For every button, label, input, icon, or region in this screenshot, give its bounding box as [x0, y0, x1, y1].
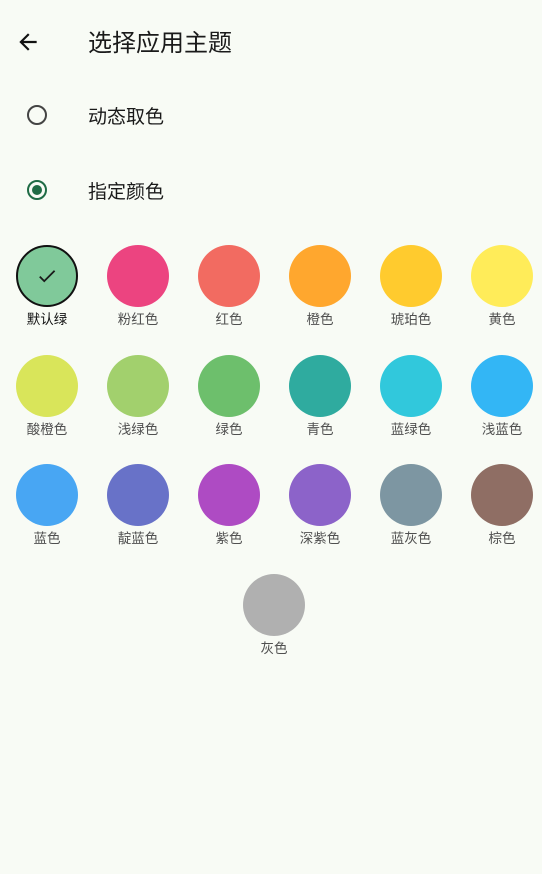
- color-swatch[interactable]: 蓝灰色: [371, 462, 451, 562]
- color-label: 绿色: [215, 422, 243, 438]
- color-circle[interactable]: [289, 355, 351, 417]
- color-swatch[interactable]: 蓝色: [7, 462, 87, 562]
- color-swatch[interactable]: 深紫色: [280, 462, 360, 562]
- color-label: 黄色: [488, 312, 516, 328]
- color-label: 紫色: [215, 531, 243, 547]
- color-circle[interactable]: [107, 355, 169, 417]
- color-label: 浅绿色: [117, 422, 159, 438]
- color-label: 粉红色: [117, 312, 159, 328]
- color-circle[interactable]: [243, 574, 305, 636]
- color-label: 灰色: [260, 641, 288, 657]
- color-label: 浅蓝色: [481, 422, 523, 438]
- color-circle[interactable]: [289, 245, 351, 307]
- arrow-left-icon: [19, 33, 37, 51]
- color-label: 棕色: [488, 531, 516, 547]
- color-swatch[interactable]: 紫色: [189, 462, 269, 562]
- option-label-dynamic-color: 动态取色: [88, 106, 165, 128]
- color-swatch[interactable]: 酸橙色: [7, 353, 87, 453]
- color-label: 深紫色: [299, 531, 341, 547]
- color-swatch[interactable]: 红色: [189, 243, 269, 343]
- radio-dynamic-color[interactable]: [27, 105, 47, 125]
- check-icon: [39, 270, 56, 283]
- color-swatch[interactable]: 琥珀色: [371, 243, 451, 343]
- page-title: 选择应用主题: [88, 29, 232, 57]
- empty-area: [0, 700, 542, 874]
- color-label: 靛蓝色: [117, 531, 159, 547]
- color-circle[interactable]: [107, 464, 169, 526]
- color-circle[interactable]: [380, 245, 442, 307]
- option-dynamic-color[interactable]: 动态取色: [0, 85, 542, 149]
- color-circle[interactable]: [380, 464, 442, 526]
- color-circle[interactable]: [380, 355, 442, 417]
- color-circle[interactable]: [471, 355, 533, 417]
- color-label: 蓝色: [33, 531, 61, 547]
- color-label: 橙色: [306, 312, 334, 328]
- color-swatch[interactable]: 默认绿: [7, 243, 87, 343]
- app-bar: 选择应用主题: [0, 0, 542, 86]
- color-swatch[interactable]: 浅绿色: [98, 353, 178, 453]
- color-label: 蓝灰色: [390, 531, 432, 547]
- color-swatch[interactable]: 粉红色: [98, 243, 178, 343]
- color-circle[interactable]: [471, 245, 533, 307]
- color-label: 蓝绿色: [390, 422, 432, 438]
- color-circle[interactable]: [16, 464, 78, 526]
- color-circle[interactable]: [289, 464, 351, 526]
- color-circle[interactable]: [198, 464, 260, 526]
- color-circle[interactable]: [471, 464, 533, 526]
- color-label: 默认绿: [26, 312, 68, 328]
- color-circle[interactable]: [198, 355, 260, 417]
- color-circle[interactable]: [198, 245, 260, 307]
- color-swatch[interactable]: 棕色: [462, 462, 542, 562]
- color-swatch[interactable]: 青色: [280, 353, 360, 453]
- option-label-custom-color: 指定颜色: [88, 181, 165, 203]
- color-circle[interactable]: [107, 245, 169, 307]
- color-grid: 默认绿 粉红色 红色 橙色 琥珀色 黄色酸橙色 浅绿色 绿色 青色 蓝绿色 浅蓝色蓝色 靛蓝色 紫色 深紫…: [0, 243, 542, 683]
- color-swatch[interactable]: 绿色: [189, 353, 269, 453]
- color-swatch[interactable]: 靛蓝色: [98, 462, 178, 562]
- color-label: 琥珀色: [390, 312, 432, 328]
- option-custom-color[interactable]: 指定颜色: [0, 160, 542, 224]
- color-swatch[interactable]: 灰色: [234, 572, 314, 672]
- radio-custom-color[interactable]: [27, 180, 47, 200]
- color-swatch[interactable]: 橙色: [280, 243, 360, 343]
- color-swatch[interactable]: 黄色: [462, 243, 542, 343]
- color-swatch[interactable]: 浅蓝色: [462, 353, 542, 453]
- color-label: 青色: [306, 422, 334, 438]
- color-circle[interactable]: [16, 245, 78, 307]
- color-label: 红色: [215, 312, 243, 328]
- color-label: 酸橙色: [26, 422, 68, 438]
- back-button[interactable]: [8, 22, 48, 62]
- color-swatch[interactable]: 蓝绿色: [371, 353, 451, 453]
- color-circle[interactable]: [16, 355, 78, 417]
